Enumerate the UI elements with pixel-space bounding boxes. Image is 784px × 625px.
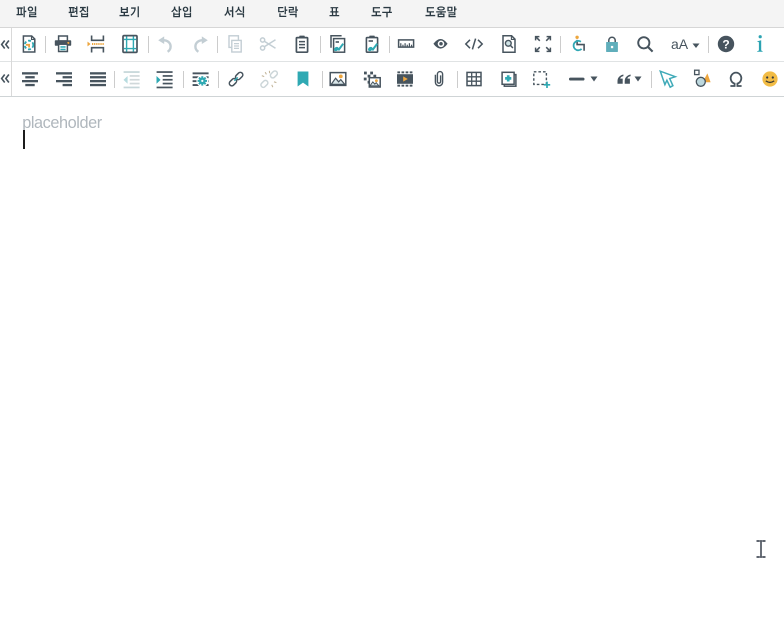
svg-text:?: ? (722, 37, 729, 51)
